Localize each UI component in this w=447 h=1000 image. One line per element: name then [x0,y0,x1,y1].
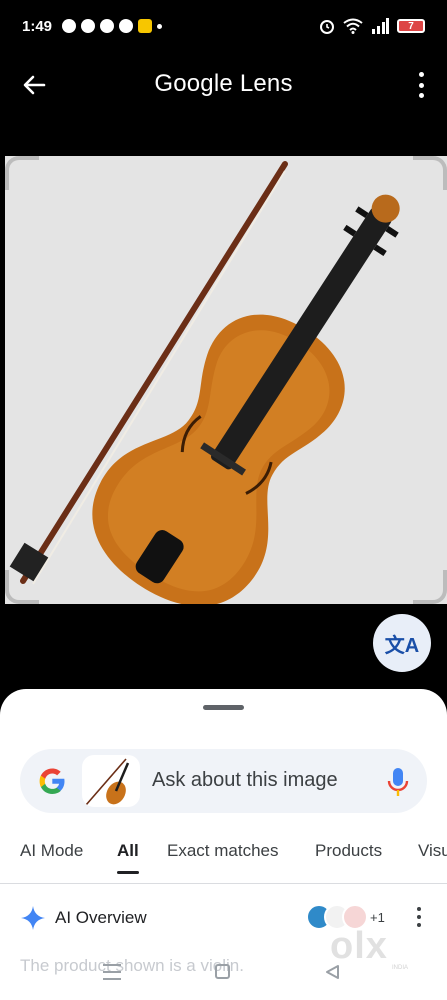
title-brand: Google [154,70,233,97]
system-nav-bar [0,962,447,986]
app-icon [100,19,115,33]
more-sources-count: +1 [370,910,385,925]
result-tabs: AI Mode All Exact matches Products Visu [0,841,447,881]
wifi-icon [343,18,363,34]
app-title: Google Lens [0,70,447,98]
tab-all-label: All [117,841,139,860]
active-tab-indicator [117,871,139,874]
recents-icon[interactable] [103,964,121,980]
crop-handle-top-right[interactable] [413,156,447,190]
tab-visual-matches[interactable]: Visu [418,841,447,861]
crop-handle-bottom-right[interactable] [413,570,447,604]
overflow-menu-icon[interactable] [417,72,425,98]
violin-thumbnail-icon [85,758,130,806]
more-notifications-icon [157,23,163,29]
signal-icon [372,18,389,34]
search-bar[interactable]: Ask about this image [20,749,427,813]
status-time: 1:49 [22,17,53,35]
ai-overview-title: AI Overview [55,908,147,927]
search-image[interactable] [5,156,447,604]
crop-handle-bottom-left[interactable] [5,570,39,604]
tab-ai-mode[interactable]: AI Mode [20,841,83,861]
translate-icon: 文A [384,634,420,657]
violin-image [9,161,400,604]
sheet-drag-handle[interactable] [203,705,244,710]
nav-back-icon[interactable] [324,964,340,980]
image-thumbnail[interactable] [82,755,140,807]
google-g-icon [39,768,65,794]
search-input[interactable]: Ask about this image [152,769,338,792]
status-bar: 1:49 7 [0,0,447,52]
tab-exact-matches[interactable]: Exact matches [167,841,279,861]
gemini-sparkle-icon [21,906,45,930]
home-icon[interactable] [215,964,230,979]
facebook-icon [62,19,77,33]
translate-button[interactable]: 文A [373,614,431,672]
battery-icon: 7 [397,19,425,33]
facebook-icon [81,19,96,33]
app-icon [119,19,134,33]
tab-all[interactable]: All [117,841,139,874]
alarm-icon [320,20,334,34]
notification-icons [62,19,163,33]
tab-products[interactable]: Products [315,841,382,861]
more-options-icon[interactable] [416,907,422,927]
flipkart-icon [138,19,153,33]
crop-handle-top-left[interactable] [5,156,39,190]
app-bar: Google Lens [0,58,447,112]
microphone-icon[interactable] [387,767,409,797]
title-product: Lens [239,70,293,97]
status-right: 7 [319,18,425,34]
tabs-divider [0,883,447,884]
